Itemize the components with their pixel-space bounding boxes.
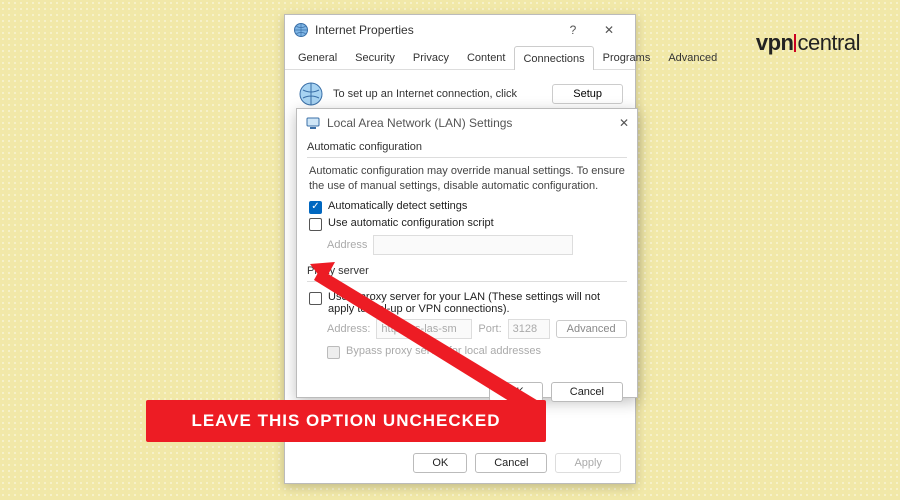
internet-options-icon [293, 22, 309, 38]
lan-ok-button[interactable]: OK [489, 382, 543, 402]
tab-programs[interactable]: Programs [594, 45, 660, 69]
close-button[interactable]: ✕ [591, 18, 627, 42]
bypass-checkbox [327, 346, 340, 359]
proxy-address-input [376, 319, 472, 339]
bypass-label: Bypass proxy server for local addresses [346, 345, 541, 357]
window-title: Internet Properties [315, 23, 414, 37]
annotation-callout: LEAVE THIS OPTION UNCHECKED [146, 400, 546, 442]
parent-cancel-button[interactable]: Cancel [475, 453, 547, 473]
auto-detect-label: Automatically detect settings [328, 200, 467, 212]
tab-content[interactable]: Content [458, 45, 515, 69]
auto-script-label: Use automatic configuration script [328, 217, 494, 229]
tab-advanced[interactable]: Advanced [659, 45, 726, 69]
auto-config-desc: Automatic configuration may override man… [309, 164, 625, 194]
lan-title: Local Area Network (LAN) Settings [327, 116, 512, 130]
lan-settings-dialog: Local Area Network (LAN) Settings ✕ Auto… [296, 108, 638, 398]
setup-text: To set up an Internet connection, click [333, 88, 517, 100]
parent-apply-button[interactable]: Apply [555, 453, 621, 473]
lan-icon [305, 115, 321, 131]
tab-connections[interactable]: Connections [514, 46, 593, 70]
parent-footer: OK Cancel Apply [413, 453, 621, 473]
proxy-port-label: Port: [478, 323, 501, 335]
lan-cancel-button[interactable]: Cancel [551, 382, 623, 402]
tab-general[interactable]: General [289, 45, 346, 69]
proxy-port-input [508, 319, 550, 339]
auto-config-group: Automatic configuration Automatic config… [307, 141, 627, 257]
setup-button[interactable]: Setup [552, 84, 623, 104]
tab-security[interactable]: Security [346, 45, 404, 69]
brand-prefix: vpn [756, 30, 794, 55]
auto-script-checkbox[interactable] [309, 218, 322, 231]
tab-privacy[interactable]: Privacy [404, 45, 458, 69]
proxy-advanced-button[interactable]: Advanced [556, 320, 627, 338]
parent-ok-button[interactable]: OK [413, 453, 467, 473]
brand-suffix: central [797, 30, 860, 55]
script-address-label: Address [327, 239, 367, 251]
brand-logo: vpncentral [756, 30, 860, 56]
lan-close-button[interactable]: ✕ [619, 116, 629, 130]
setup-row: To set up an Internet connection, click … [297, 80, 623, 108]
auto-config-title: Automatic configuration [307, 141, 627, 153]
use-proxy-label: Use a proxy server for your LAN (These s… [328, 291, 625, 315]
lan-titlebar: Local Area Network (LAN) Settings ✕ [297, 109, 637, 137]
tab-strip: General Security Privacy Content Connect… [285, 45, 635, 70]
proxy-address-label: Address: [327, 323, 370, 335]
annotation-text: LEAVE THIS OPTION UNCHECKED [191, 411, 500, 431]
proxy-title: Proxy server [307, 265, 627, 277]
help-button[interactable]: ? [555, 18, 591, 42]
proxy-group: Proxy server Use a proxy server for your… [307, 265, 627, 364]
globe-wizard-icon [297, 80, 325, 108]
auto-detect-checkbox[interactable] [309, 201, 322, 214]
use-proxy-checkbox[interactable] [309, 292, 322, 305]
titlebar: Internet Properties ? ✕ [285, 15, 635, 45]
script-address-input [373, 235, 573, 255]
